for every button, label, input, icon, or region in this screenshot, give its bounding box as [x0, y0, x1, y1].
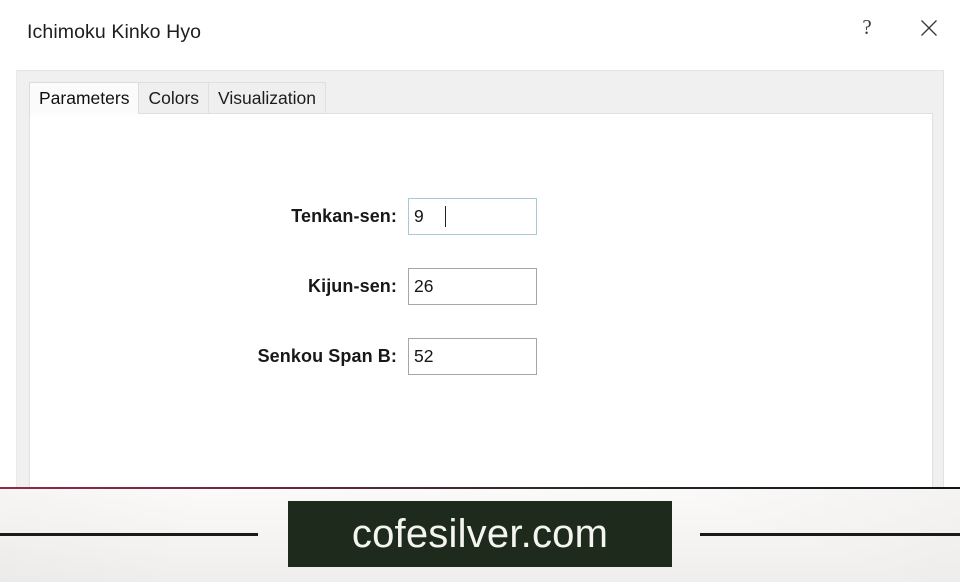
close-button[interactable] [898, 0, 960, 56]
tab-frame: Parameters Colors Visualization Tenkan-s… [16, 70, 944, 487]
ichimoku-settings-dialog: Ichimoku Kinko Hyo ? Parameters Colors V… [0, 0, 960, 487]
close-icon [918, 17, 940, 39]
parameters-panel: Tenkan-sen: Kijun-sen: Senkou Span B: [29, 113, 933, 487]
senkou-span-b-label: Senkou Span B: [257, 346, 397, 366]
footer-rule-right [700, 533, 960, 536]
title-bar-controls: ? [836, 0, 960, 63]
screen: Ichimoku Kinko Hyo ? Parameters Colors V… [0, 0, 960, 582]
text-cursor [445, 206, 446, 227]
field-row-tenkan-sen: Tenkan-sen: [30, 198, 537, 235]
tab-colors-label: Colors [148, 88, 200, 108]
kijun-sen-input[interactable] [408, 268, 537, 305]
tab-colors[interactable]: Colors [138, 82, 210, 114]
question-mark-icon: ? [862, 14, 872, 39]
field-row-senkou-span-b: Senkou Span B: [30, 338, 537, 375]
dialog-title: Ichimoku Kinko Hyo [27, 21, 202, 43]
dialog-title-bar: Ichimoku Kinko Hyo ? [0, 0, 960, 63]
tab-parameters-label: Parameters [39, 88, 130, 108]
tenkan-sen-input[interactable] [408, 198, 537, 235]
tenkan-sen-label: Tenkan-sen: [291, 206, 397, 226]
watermark-badge: cofesilver.com [288, 501, 672, 567]
help-button[interactable]: ? [836, 0, 898, 56]
field-row-kijun-sen: Kijun-sen: [30, 268, 537, 305]
watermark-text: cofesilver.com [351, 512, 609, 556]
kijun-sen-label: Kijun-sen: [308, 276, 397, 296]
footer-divider-line [0, 487, 960, 489]
footer-watermark-band: cofesilver.com [0, 487, 960, 582]
tab-visualization[interactable]: Visualization [208, 82, 326, 114]
tab-parameters[interactable]: Parameters [29, 82, 140, 116]
tab-strip: Parameters Colors Visualization [17, 82, 943, 116]
senkou-span-b-input[interactable] [408, 338, 537, 375]
tab-visualization-label: Visualization [218, 88, 316, 108]
footer-rule-left [0, 533, 258, 536]
